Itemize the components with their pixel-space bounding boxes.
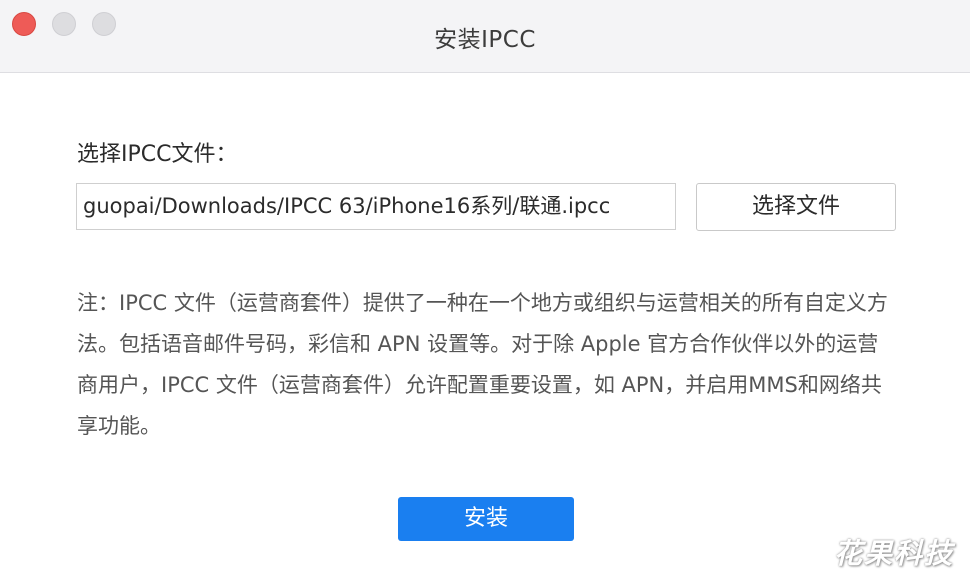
file-path-field[interactable]: guopai/Downloads/IPCC 63/iPhone16系列/联通.i… xyxy=(76,183,676,230)
install-ipcc-window: 安装IPCC 选择IPCC文件： guopai/Downloads/IPCC 6… xyxy=(0,0,970,584)
title-bar: 安装IPCC xyxy=(0,0,970,73)
choose-file-button[interactable]: 选择文件 xyxy=(696,183,896,231)
install-button[interactable]: 安装 xyxy=(398,497,574,541)
file-path-value: guopai/Downloads/IPCC 63/iPhone16系列/联通.i… xyxy=(83,194,611,218)
window-title: 安装IPCC xyxy=(434,27,536,53)
file-field-label: 选择IPCC文件： xyxy=(77,142,238,167)
ipcc-note-text: 注：IPCC 文件（运营商套件）提供了一种在一个地方或组织与运营相关的所有自定义… xyxy=(77,291,888,438)
watermark-logo: 花果科技 xyxy=(833,537,954,570)
